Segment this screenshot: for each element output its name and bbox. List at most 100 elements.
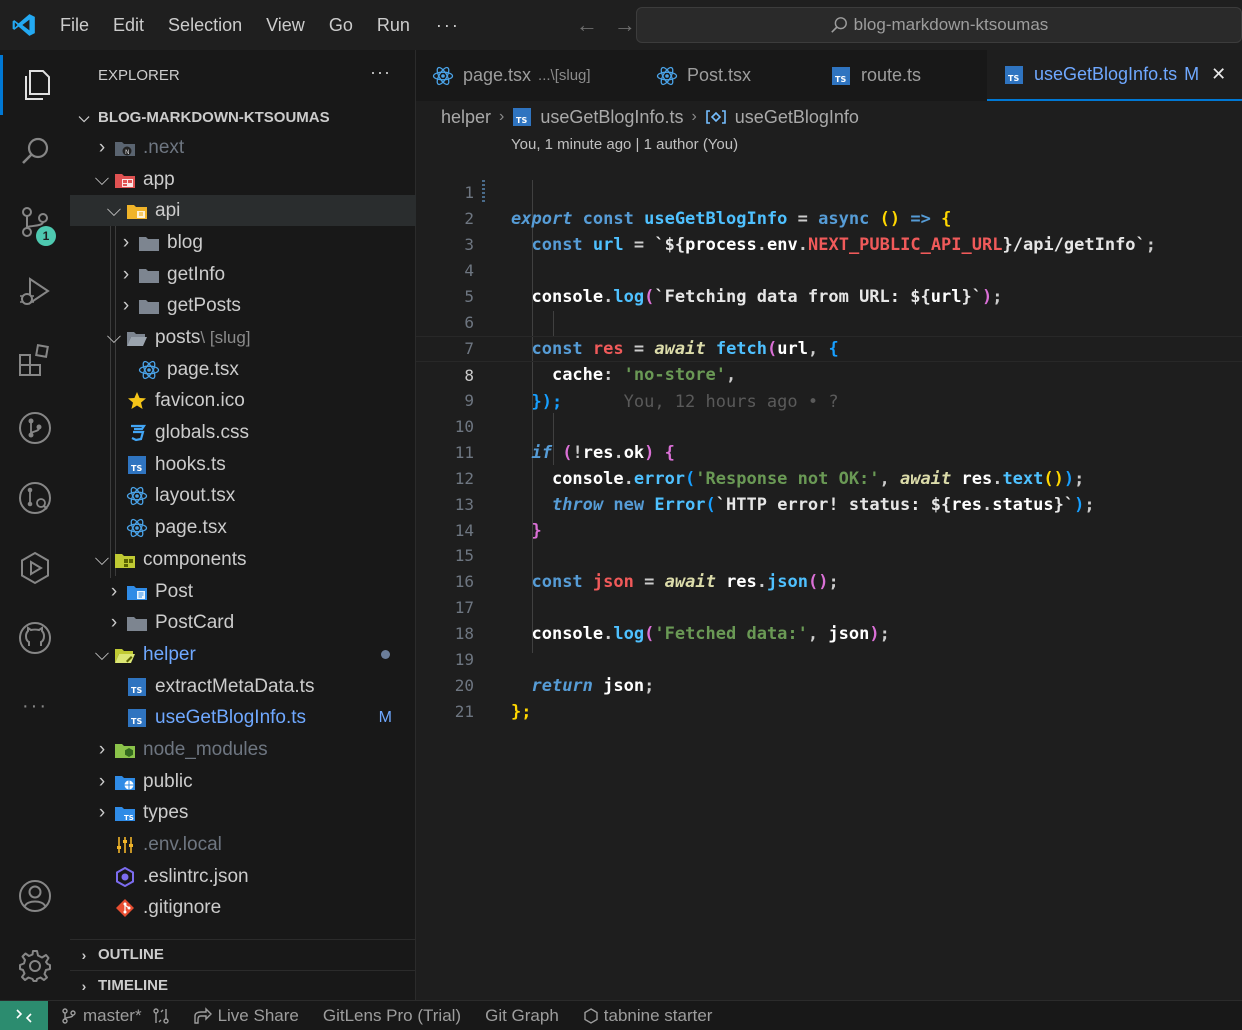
chevron-right-icon: › bbox=[98, 136, 106, 158]
workspace-root-label: BLOG-MARKDOWN-KTSOUMAS bbox=[98, 108, 330, 126]
tree-item-components[interactable]: ⌵ components bbox=[70, 544, 416, 575]
tree-item-getposts[interactable]: › getPosts bbox=[70, 290, 416, 321]
star-icon bbox=[124, 390, 150, 412]
menu-view[interactable]: View bbox=[254, 0, 317, 50]
code-line: 15 const json = await res.json(); bbox=[416, 517, 1242, 592]
sync-status[interactable] bbox=[152, 1007, 175, 1025]
tree-item-hooks-ts[interactable]: TS hooks.ts bbox=[70, 449, 416, 480]
gitlens-inspect-activity[interactable] bbox=[0, 468, 70, 528]
modified-dot bbox=[381, 650, 390, 659]
code-line: 1 export const useGetBlogInfo = async ()… bbox=[416, 154, 1242, 229]
folder-node-icon bbox=[112, 739, 138, 761]
more-activity[interactable]: ··· bbox=[0, 676, 70, 736]
chevron-down-icon: ⌵ bbox=[94, 168, 110, 190]
tab-route-ts[interactable]: TS route.ts bbox=[814, 50, 986, 101]
tab-post-tsx[interactable]: Post.tsx bbox=[640, 50, 812, 101]
tree-item-app-page-tsx[interactable]: page.tsx bbox=[70, 512, 416, 543]
close-icon[interactable]: ✕ bbox=[1211, 64, 1226, 85]
chevron-down-icon: ⌵ bbox=[106, 326, 122, 348]
tabnine-status[interactable]: tabnine starter bbox=[583, 1006, 712, 1026]
back-arrow-icon[interactable]: ← bbox=[568, 12, 606, 38]
git-graph-status[interactable]: Git Graph bbox=[485, 1006, 559, 1026]
menu-file[interactable]: File bbox=[48, 0, 101, 50]
chevron-right-icon: › bbox=[691, 108, 697, 125]
git-graph-label: Git Graph bbox=[485, 1005, 559, 1025]
tree-item-posts-slug[interactable]: ⌵ posts \ [slug] bbox=[70, 322, 416, 353]
gitlens-status[interactable]: GitLens Pro (Trial) bbox=[323, 1006, 461, 1026]
tree-item-env-local[interactable]: .env.local bbox=[70, 829, 416, 860]
folder-icon bbox=[124, 612, 150, 634]
tab-path-hint: ...\[slug] bbox=[538, 67, 591, 84]
github-activity[interactable] bbox=[0, 608, 70, 668]
breadcrumb-file[interactable]: useGetBlogInfo.ts bbox=[540, 107, 683, 128]
live-share-label: Live Share bbox=[217, 1005, 299, 1025]
tree-item-extractmetadata[interactable]: TS extractMetaData.ts bbox=[70, 671, 416, 702]
extensions-icon bbox=[19, 344, 49, 376]
source-control-badge: 1 bbox=[36, 226, 56, 246]
tree-item-public[interactable]: › public bbox=[70, 766, 416, 797]
svg-text:TS: TS bbox=[516, 116, 527, 125]
accounts-activity[interactable] bbox=[0, 866, 70, 926]
live-share-status[interactable]: Live Share bbox=[193, 1006, 299, 1026]
live-share-icon bbox=[193, 1006, 212, 1024]
tree-item-eslintrc[interactable]: .eslintrc.json bbox=[70, 861, 416, 892]
breadcrumb-symbol[interactable]: useGetBlogInfo bbox=[735, 107, 859, 128]
tree-item-blog[interactable]: › blog bbox=[70, 227, 416, 258]
tree-item-label: page.tsx bbox=[155, 516, 227, 538]
folder-app-icon bbox=[112, 169, 138, 191]
tree-item-usegetbloginfo[interactable]: TS useGetBlogInfo.ts M bbox=[70, 702, 416, 733]
explorer-activity[interactable] bbox=[0, 55, 70, 115]
vscode-logo-icon bbox=[0, 0, 48, 50]
title-bar: File Edit Selection View Go Run ··· ← → … bbox=[0, 0, 1242, 50]
tree-item-post-folder[interactable]: › Post bbox=[70, 576, 416, 607]
code-line: 6 const res = await fetch(url, { bbox=[416, 284, 1242, 359]
tree-item-next[interactable]: › N .next bbox=[70, 132, 416, 163]
chevron-right-icon: › bbox=[122, 231, 130, 253]
tab-page-tsx[interactable]: page.tsx ...\[slug] bbox=[416, 50, 624, 101]
menu-selection[interactable]: Selection bbox=[156, 0, 254, 50]
menu-edit[interactable]: Edit bbox=[101, 0, 156, 50]
outline-section[interactable]: › OUTLINE bbox=[70, 939, 416, 969]
tree-item-gitignore[interactable]: .gitignore bbox=[70, 892, 416, 923]
tree-item-types[interactable]: › TS types bbox=[70, 797, 416, 828]
menu-more-button[interactable]: ··· bbox=[422, 15, 474, 36]
branch-status[interactable]: master* bbox=[60, 1006, 142, 1026]
folder-public-icon bbox=[112, 771, 138, 793]
command-center-search[interactable]: blog-markdown-ktsoumas bbox=[636, 7, 1242, 43]
tree-item-getinfo[interactable]: › getInfo bbox=[70, 259, 416, 290]
timeline-section[interactable]: › TIMELINE bbox=[70, 970, 416, 1000]
chevron-down-icon: ⌵ bbox=[78, 108, 90, 125]
remote-indicator[interactable] bbox=[0, 1000, 48, 1030]
extensions-activity[interactable] bbox=[0, 330, 70, 390]
search-activity[interactable] bbox=[0, 122, 70, 182]
codelens-blame[interactable]: You, 1 minute ago | 1 author (You) bbox=[511, 136, 738, 153]
code-editor[interactable]: You, 1 minute ago | 1 author (You) 1 exp… bbox=[416, 133, 1242, 1000]
gitlens-activity[interactable] bbox=[0, 398, 70, 458]
typescript-icon: TS bbox=[512, 107, 532, 127]
tree-item-node-modules[interactable]: › node_modules bbox=[70, 734, 416, 765]
tree-item-layout-tsx[interactable]: layout.tsx bbox=[70, 480, 416, 511]
manage-activity[interactable] bbox=[0, 936, 70, 996]
explorer-more-button[interactable]: ··· bbox=[370, 62, 391, 83]
symbol-variable-icon bbox=[705, 108, 727, 126]
menu-run[interactable]: Run bbox=[365, 0, 422, 50]
run-debug-activity[interactable] bbox=[0, 262, 70, 322]
search-icon bbox=[22, 137, 49, 164]
breadcrumb-folder[interactable]: helper bbox=[441, 107, 491, 128]
source-control-activity[interactable]: 1 bbox=[0, 192, 70, 252]
menu-go[interactable]: Go bbox=[317, 0, 365, 50]
tree-item-globals-css[interactable]: globals.css bbox=[70, 417, 416, 448]
workspace-root[interactable]: ⌵ BLOG-MARKDOWN-KTSOUMAS bbox=[70, 102, 416, 132]
remote-explorer-activity[interactable] bbox=[0, 538, 70, 598]
typescript-icon: TS bbox=[830, 65, 852, 87]
tree-item-helper[interactable]: ⌵ helper bbox=[70, 639, 416, 670]
tab-usegetbloginfo-ts[interactable]: TS useGetBlogInfo.ts M ✕ bbox=[987, 50, 1242, 101]
tree-item-postcard-folder[interactable]: › PostCard bbox=[70, 607, 416, 638]
tree-item-app[interactable]: ⌵ app bbox=[70, 164, 416, 195]
tree-item-slug-page-tsx[interactable]: page.tsx bbox=[70, 354, 416, 385]
tree-item-favicon[interactable]: favicon.ico bbox=[70, 385, 416, 416]
tab-label: route.ts bbox=[861, 65, 922, 85]
git-modified-decoration: M bbox=[378, 708, 392, 726]
tree-item-api[interactable]: ⌵ api bbox=[70, 195, 416, 226]
tree-item-label: .next bbox=[143, 136, 185, 158]
